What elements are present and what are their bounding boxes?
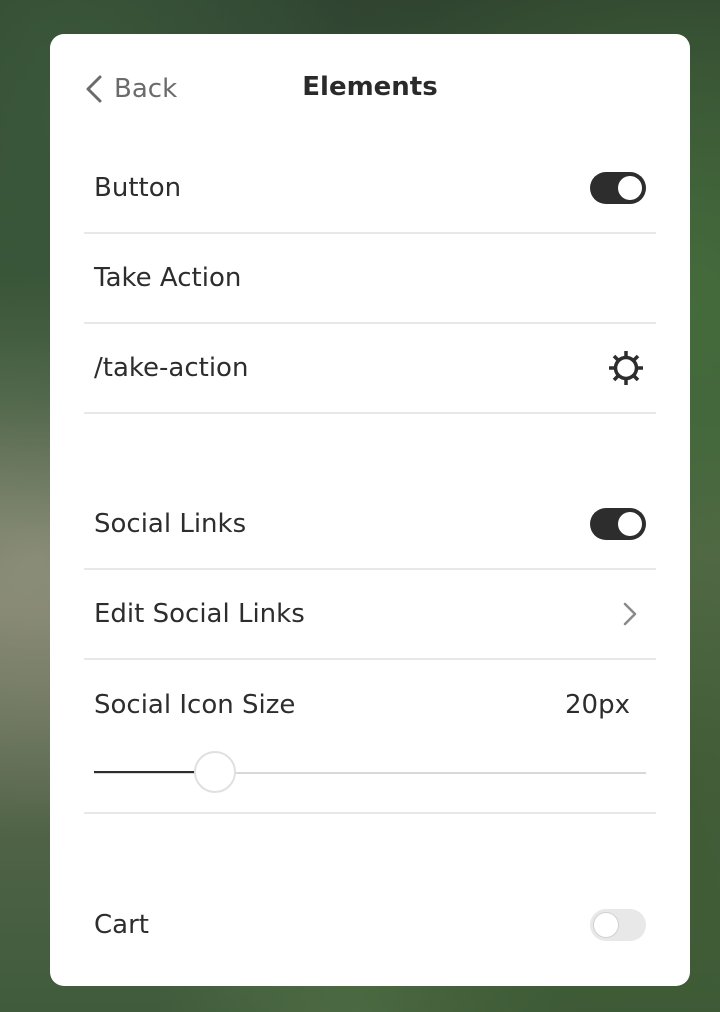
button-toggle-label: Button [94,173,182,203]
gear-icon [609,351,643,385]
social-links-toggle[interactable] [590,508,646,540]
social-icon-size-label: Social Icon Size [94,690,296,720]
cart-toggle-row: Cart [84,880,656,970]
button-link-value: /take-action [94,353,249,383]
button-text-value: Take Action [94,263,242,293]
social-section: Social Links Edit Social Links Social Ic… [84,480,656,814]
button-text-row[interactable]: Take Action [84,234,656,324]
cart-toggle[interactable] [590,909,646,941]
toggle-knob [618,176,642,200]
button-toggle-row: Button [84,144,656,234]
cart-label: Cart [94,910,149,940]
cart-section: Cart [84,880,656,970]
panel-title: Elements [302,72,438,102]
social-icon-size-row: Social Icon Size 20px [84,660,656,814]
button-link-row[interactable]: /take-action [84,324,656,414]
social-links-toggle-row: Social Links [84,480,656,570]
edit-social-links-label: Edit Social Links [94,599,305,629]
toggle-knob [618,512,642,536]
toggle-knob [594,913,618,937]
chevron-right-icon [623,602,637,626]
link-settings-button[interactable] [606,348,646,388]
social-icon-size-value: 20px [565,690,630,720]
panel-header: Back Elements [50,34,690,144]
icon-size-slider-thumb[interactable] [194,751,237,793]
icon-size-slider-track[interactable] [94,771,646,774]
social-links-label: Social Links [94,509,247,539]
elements-panel: Back Elements Button Take Action /take-a… [50,34,690,986]
edit-social-links-row[interactable]: Edit Social Links [84,570,656,660]
button-section: Button Take Action /take-action [84,144,656,414]
button-toggle[interactable] [590,172,646,204]
